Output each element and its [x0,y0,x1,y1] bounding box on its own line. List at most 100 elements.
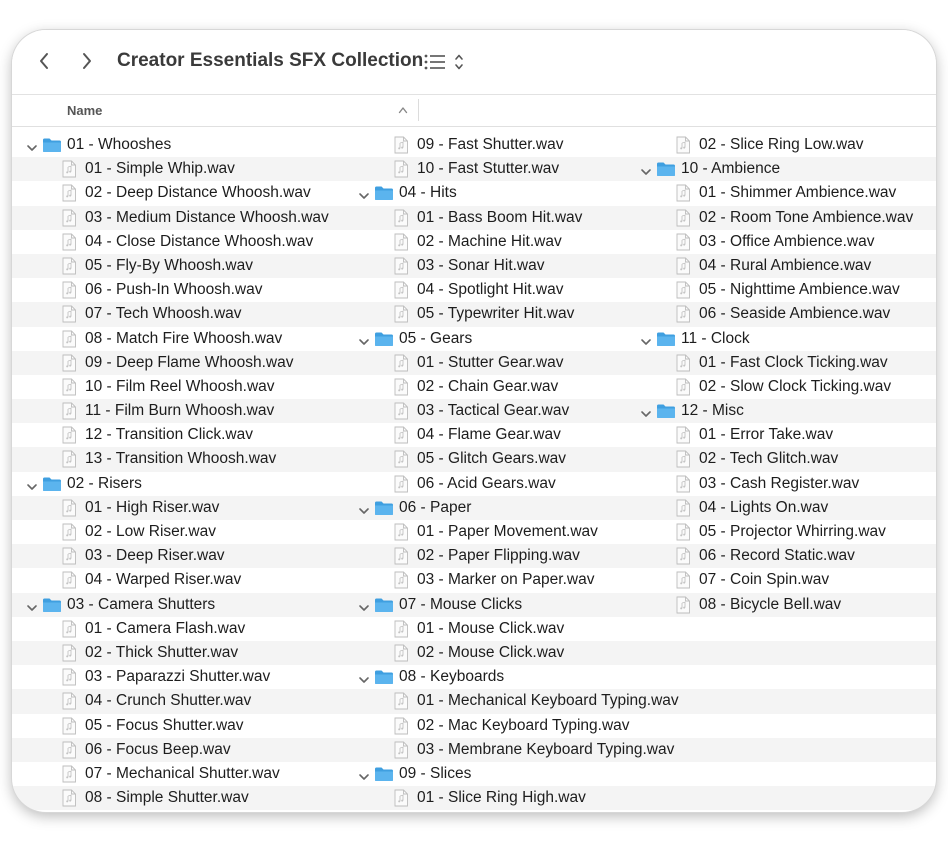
file-label: 10 - Fast Stutter.wav [417,160,560,178]
audio-file-icon [675,426,691,444]
audio-file-icon [675,499,691,517]
audio-file-icon [675,354,691,372]
file-label: 03 - Tactical Gear.wav [417,402,570,420]
file-label: 07 - Coin Spin.wav [699,571,830,589]
audio-file-icon [61,354,77,372]
chevron-down-icon[interactable] [26,479,38,490]
file-label: 03 - Office Ambience.wav [699,232,875,250]
audio-file-icon [393,717,409,735]
audio-file-icon [393,305,409,323]
audio-file-icon [393,402,409,420]
audio-file-icon [393,136,409,154]
file-label: 08 - Match Fire Whoosh.wav [85,329,283,347]
audio-file-icon [393,257,409,275]
file-label: 01 - Mouse Click.wav [417,619,565,637]
folder-icon [656,161,676,177]
audio-file-icon [675,136,691,154]
folder-label: 04 - Hits [399,184,457,202]
folder-icon [374,669,394,685]
file-label: 13 - Transition Whoosh.wav [85,450,277,468]
audio-file-icon [393,741,409,759]
chevron-down-icon[interactable] [358,188,370,200]
file-label: 06 - Acid Gears.wav [417,474,556,492]
finder-window: Creator Essentials SFX Collection Name 0… [12,30,936,812]
file-label: 04 - Crunch Shutter.wav [85,692,252,710]
file-label: 02 - Chain Gear.wav [417,377,559,395]
chevron-down-icon[interactable] [640,334,652,345]
audio-file-icon [61,547,77,565]
audio-file-icon [61,717,77,735]
file-label: 05 - Fly-By Whoosh.wav [85,256,253,274]
file-label: 02 - Slice Ring Low.wav [699,136,864,153]
chevron-down-icon[interactable] [358,672,370,683]
audio-file-icon [675,184,691,202]
folder-label: 07 - Mouse Clicks [399,595,523,613]
chevron-down-icon[interactable] [358,334,370,345]
back-button[interactable] [29,46,59,76]
folder-icon [656,331,676,347]
file-label: 04 - Lights On.wav [699,498,829,516]
file-label: 08 - Simple Shutter.wav [85,789,249,807]
audio-file-icon [61,668,77,686]
file-label: 05 - Focus Shutter.wav [85,716,244,734]
file-label: 09 - Fast Shutter.wav [417,136,564,153]
file-label: 01 - Error Take.wav [699,426,834,444]
chevron-down-icon[interactable] [26,140,38,151]
file-label: 04 - Spotlight Hit.wav [417,281,564,299]
audio-file-icon [393,571,409,589]
audio-file-icon [61,620,77,638]
file-label: 02 - Deep Distance Whoosh.wav [85,184,311,202]
folder-icon [374,185,394,201]
folder-icon [42,597,62,613]
audio-file-icon [675,378,691,396]
chevron-down-icon[interactable] [358,600,370,611]
chevron-down-icon[interactable] [358,503,370,514]
file-label: 02 - Slow Clock Ticking.wav [699,377,892,395]
chevron-down-icon[interactable] [640,406,652,417]
audio-file-icon [393,547,409,565]
file-label: 03 - Membrane Keyboard Typing.wav [417,740,675,758]
file-label: 02 - Low Riser.wav [85,523,216,540]
file-label: 01 - Camera Flash.wav [85,619,246,637]
file-label: 05 - Typewriter Hit.wav [417,305,575,323]
chevron-down-icon[interactable] [640,164,652,175]
audio-file-icon [393,692,409,710]
audio-file-icon [393,426,409,444]
file-label: 03 - Marker on Paper.wav [417,571,595,589]
file-label: 01 - Simple Whip.wav [85,160,235,178]
audio-file-icon [393,281,409,299]
folder-label: 08 - Keyboards [399,668,505,686]
audio-file-icon [61,209,77,227]
sort-ascending-icon[interactable] [398,106,408,114]
chevron-down-icon[interactable] [358,769,370,780]
audio-file-icon [675,233,691,251]
audio-file-icon [61,789,77,807]
audio-file-icon [61,523,77,541]
forward-button[interactable] [72,46,102,76]
audio-file-icon [393,620,409,638]
chevron-left-icon [40,53,48,69]
folder-icon [374,331,394,347]
audio-file-icon [675,209,691,227]
audio-file-icon [393,233,409,251]
name-column-header[interactable]: Name [67,103,102,118]
file-label: 03 - Sonar Hit.wav [417,256,545,274]
audio-file-icon [675,281,691,299]
audio-file-icon [393,209,409,227]
file-label: 01 - Fast Clock Ticking.wav [699,353,888,371]
chevron-down-icon[interactable] [26,600,38,611]
file-label: 03 - Cash Register.wav [699,474,860,492]
audio-file-icon [61,644,77,662]
file-label: 02 - Thick Shutter.wav [85,643,239,661]
file-label: 01 - Stutter Gear.wav [417,353,564,371]
file-label: 09 - Deep Flame Whoosh.wav [85,353,294,371]
audio-file-icon [61,402,77,420]
file-label: 02 - Room Tone Ambience.wav [699,208,914,226]
file-label: 11 - Film Burn Whoosh.wav [85,402,275,420]
audio-file-icon [393,789,409,807]
file-label: 03 - Paparazzi Shutter.wav [85,668,271,686]
folder-icon [42,137,62,153]
view-options-button[interactable] [424,50,466,74]
folder-label: 05 - Gears [399,329,473,347]
audio-file-icon [675,596,691,614]
